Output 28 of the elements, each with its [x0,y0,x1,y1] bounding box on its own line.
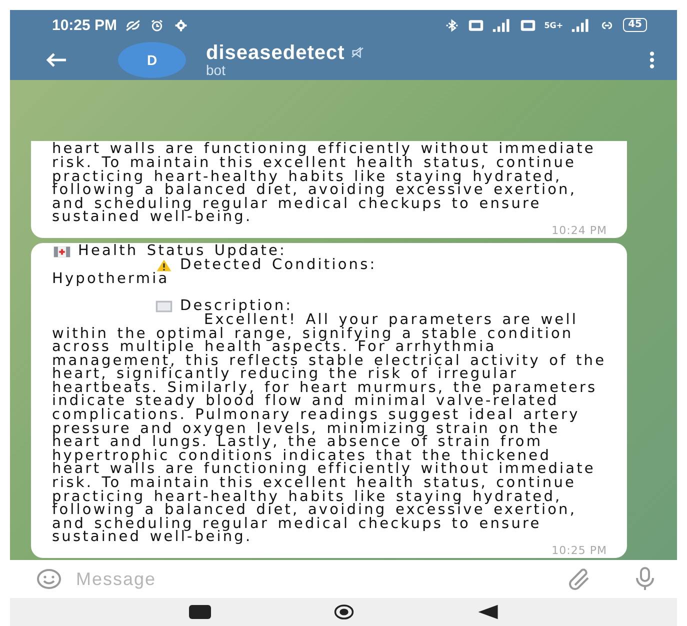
alarm-clock-icon [149,18,166,32]
signal-icon [492,18,512,32]
battery-level: 45 [623,18,647,32]
bluetooth-icon [444,18,460,32]
clock-time: 10:25 PM [52,16,118,34]
home-circle-icon[interactable] [332,604,356,620]
chat-subtitle: bot [206,62,226,78]
message-text: heart walls are functioning efficiently without immediate risk. To maintain this excellent health status, continue practicing heart-healthy habits like staying hydrated, following a balanced diet, avoiding excessive exertion, and scheduling regular medical checkups to ensure sustained well-being. [52,143,596,225]
microphone-icon[interactable] [635,567,655,591]
message-text: Excellent! All your parameters are well within the optimal range, signifying a stable condition across multiple health aspects. For arrhythmia management, this reflects stable electrical activity of the heart, significantly reducing the risk of irregular heartbeats. Similarly, for heart murmurs, the parameters indicate steady blood flow and minimal valve-related complications. Pulmonary readings suggest ideal artery pressure and oxygen levels, minimizing strain on the heart and lungs. Lastly, the absence of strain from hypertrophic conditions indicates that the thickened heart walls are functioning efficiently without immediate risk. To maintain this excellent health status, continue practicing heart-healthy habits like staying hydrated, following a balanced diet, avoiding excessive exertion, and scheduling regular medical checkups to ensure sustained well-being. [52,314,607,545]
signal-icon [571,18,592,32]
clipboard-icon [154,300,174,314]
warning-icon [154,259,174,272]
smiley-icon[interactable] [36,568,62,590]
conditions-label: Detected Conditions: [180,259,377,273]
chat-title[interactable]: diseasedetect [206,42,345,62]
square-icon[interactable] [188,604,212,620]
message-time: 10:25 PM [552,545,607,556]
message-heading: Health Status Update: [78,245,287,259]
sync-off-icon [125,18,142,32]
avatar[interactable]: D [118,42,186,78]
description-label: Description: [180,300,293,314]
message-time: 10:24 PM [552,224,607,236]
condition-value: Hypothermia [52,273,170,287]
back-arrow-icon[interactable] [44,52,68,68]
more-menu-icon[interactable] [649,51,655,69]
network-type-label: 5G+ [544,20,564,30]
hospital-icon [52,245,72,258]
